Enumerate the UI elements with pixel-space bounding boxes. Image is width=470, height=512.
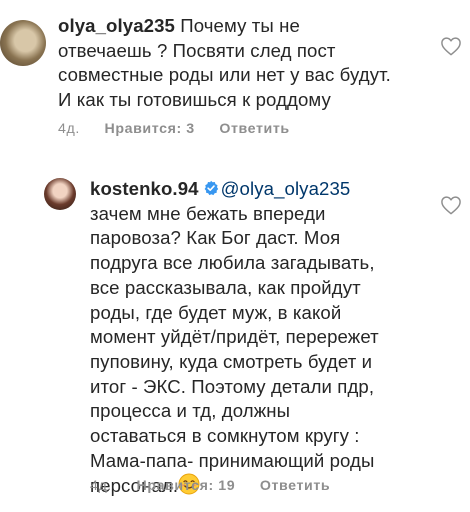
reply-button[interactable]: Ответить	[260, 478, 330, 494]
mention-link[interactable]: @olya_olya235	[221, 178, 351, 199]
comment-age: 4д.	[90, 478, 112, 494]
heart-icon[interactable]	[440, 36, 462, 56]
heart-icon[interactable]	[440, 195, 462, 215]
comment-username[interactable]: kostenko.94	[90, 178, 199, 199]
comment-meta: 4д. Нравится: 19 Ответить	[90, 478, 350, 494]
avatar[interactable]	[0, 20, 46, 66]
avatar[interactable]	[44, 178, 76, 210]
likes-count-button[interactable]: Нравится: 3	[104, 121, 194, 137]
comment-text: зачем мне бежать впереди паровоза? Как Б…	[90, 202, 379, 497]
comment-body: kostenko.94 @olya_olya235 зачем мне бежат…	[90, 177, 390, 499]
comment-age: 4д.	[58, 121, 80, 137]
reply-button[interactable]: Ответить	[219, 121, 289, 137]
comment-body: olya_olya235 Почему ты не отвечаешь ? По…	[58, 14, 418, 113]
comment-username[interactable]: olya_olya235	[58, 15, 175, 36]
likes-count-button[interactable]: Нравится: 19	[136, 478, 235, 494]
verified-badge-icon	[204, 180, 218, 196]
comment-meta: 4д. Нравится: 3 Ответить	[58, 121, 310, 137]
